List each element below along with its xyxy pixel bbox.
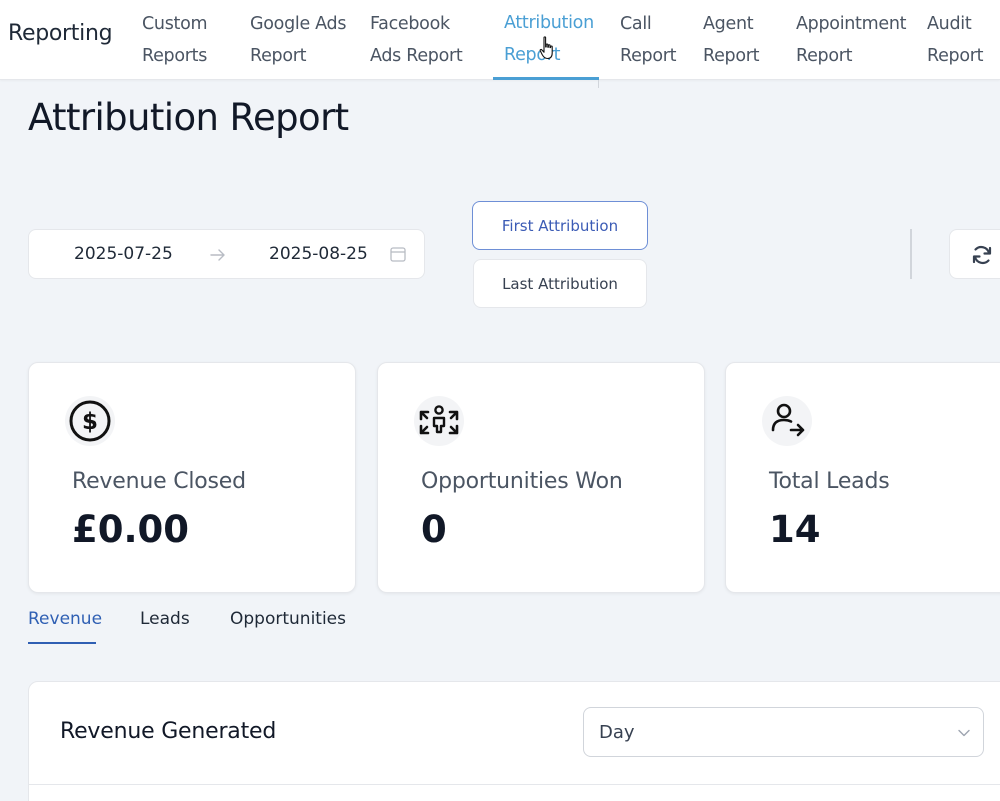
nav-item-label: Audit [927,14,972,34]
nav-item-label: Reports [142,46,208,66]
revenue-closed-card: $ Revenue Closed £0.00 [28,362,356,593]
card-label: Opportunities Won [421,469,623,494]
hand-pointer-cursor-icon [539,36,553,60]
card-value: 0 [421,508,447,551]
card-label: Revenue Closed [72,469,246,494]
arrow-right-icon [210,249,225,261]
revenue-generated-panel: Revenue Generated Day [28,681,1000,801]
nav-item-label: Report [620,46,677,66]
nav-item-label: Attribution [504,13,594,33]
svg-text:$: $ [82,409,98,435]
nav-item-agent-report[interactable]: Agent Report [703,8,760,72]
page-title: Attribution Report [28,96,349,139]
nav-item-label: Agent [703,14,754,34]
nav-item-audit-report[interactable]: Audit Report [927,8,984,72]
date-range-picker[interactable]: 2025-07-25 2025-08-25 [28,229,425,279]
refresh-icon [972,245,992,265]
panel-divider [29,784,1000,785]
nav-item-google-ads-report[interactable]: Google Ads Report [250,8,346,72]
nav-item-facebook-ads-report[interactable]: Facebook Ads Report [370,8,463,72]
opportunities-won-card: Opportunities Won 0 [377,362,705,593]
card-value: 14 [769,508,821,551]
toolbar-divider [910,229,912,279]
nav-item-appointment-report[interactable]: Appointment Report [796,8,906,72]
top-nav-bar: Reporting Custom Reports Google Ads Repo… [0,0,1000,80]
refresh-button[interactable] [949,229,1000,279]
panel-title: Revenue Generated [60,719,277,744]
granularity-select-value: Day [599,722,635,743]
nav-item-custom-reports[interactable]: Custom Reports [142,8,208,72]
active-nav-indicator [493,77,599,80]
tab-revenue[interactable]: Revenue [28,609,102,629]
nav-item-label: Report [796,46,853,66]
calendar-icon [390,247,406,262]
last-attribution-button[interactable]: Last Attribution [473,259,647,308]
tab-leads[interactable]: Leads [140,609,190,629]
granularity-select[interactable]: Day [583,707,984,757]
app-title: Reporting [8,21,113,46]
nav-divider [598,80,599,88]
nav-item-label: Report [927,46,984,66]
card-value: £0.00 [72,508,190,551]
nav-item-label: Report [250,46,307,66]
date-start-value[interactable]: 2025-07-25 [74,244,173,264]
first-attribution-button[interactable]: First Attribution [472,201,648,250]
total-leads-card: Total Leads 14 [725,362,1000,593]
nav-item-label: Facebook [370,14,450,34]
nav-item-label: Appointment [796,14,907,34]
active-tab-indicator [28,642,96,644]
nav-item-label: Custom [142,14,208,34]
nav-item-call-report[interactable]: Call Report [620,8,677,72]
user-arrow-icon [762,396,812,446]
nav-item-label: Google Ads [250,14,347,34]
chevron-down-icon [958,729,970,737]
date-end-value[interactable]: 2025-08-25 [269,244,368,264]
tab-opportunities[interactable]: Opportunities [230,609,346,629]
nav-item-label: Call [620,14,652,34]
nav-item-label: Ads Report [370,46,463,66]
arrows-expand-person-icon [414,396,464,446]
card-label: Total Leads [769,469,890,494]
nav-item-label: Report [703,46,760,66]
dollar-circle-icon: $ [65,396,115,446]
